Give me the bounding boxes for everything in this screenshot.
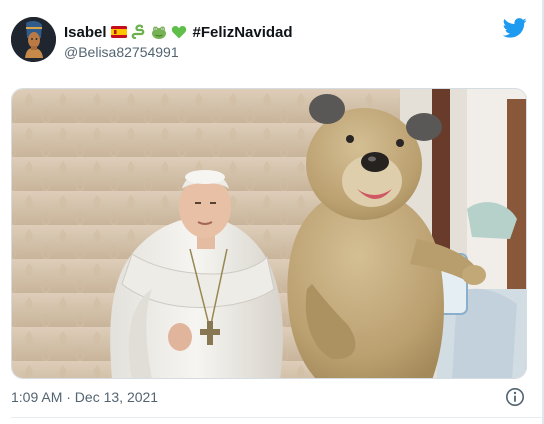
user-handle[interactable]: @Belisa82754991 <box>64 44 179 60</box>
tweet-photo[interactable] <box>11 88 527 379</box>
frog-face-emoji <box>151 26 166 39</box>
tweet-timestamp[interactable]: 1:09 AM · Dec 13, 2021 <box>11 389 158 405</box>
avatar-nefertiti-bust <box>11 17 56 62</box>
twitter-bird-icon[interactable] <box>503 18 527 38</box>
avatar[interactable] <box>11 17 56 62</box>
author-name-row: Isabel #FelizNavidad <box>64 22 293 42</box>
tweet-card: Isabel #FelizNavidad @Belisa82754991 1:0… <box>0 0 544 424</box>
info-icon[interactable] <box>505 387 525 407</box>
hashtag-link[interactable]: #FelizNavidad <box>193 24 293 41</box>
green-snake-emoji <box>131 24 144 40</box>
photo-pope-with-bear-costume <box>12 89 526 378</box>
divider <box>11 417 544 418</box>
green-heart-emoji <box>171 26 186 39</box>
display-name[interactable]: Isabel <box>64 24 107 41</box>
spain-flag-emoji <box>110 26 127 38</box>
